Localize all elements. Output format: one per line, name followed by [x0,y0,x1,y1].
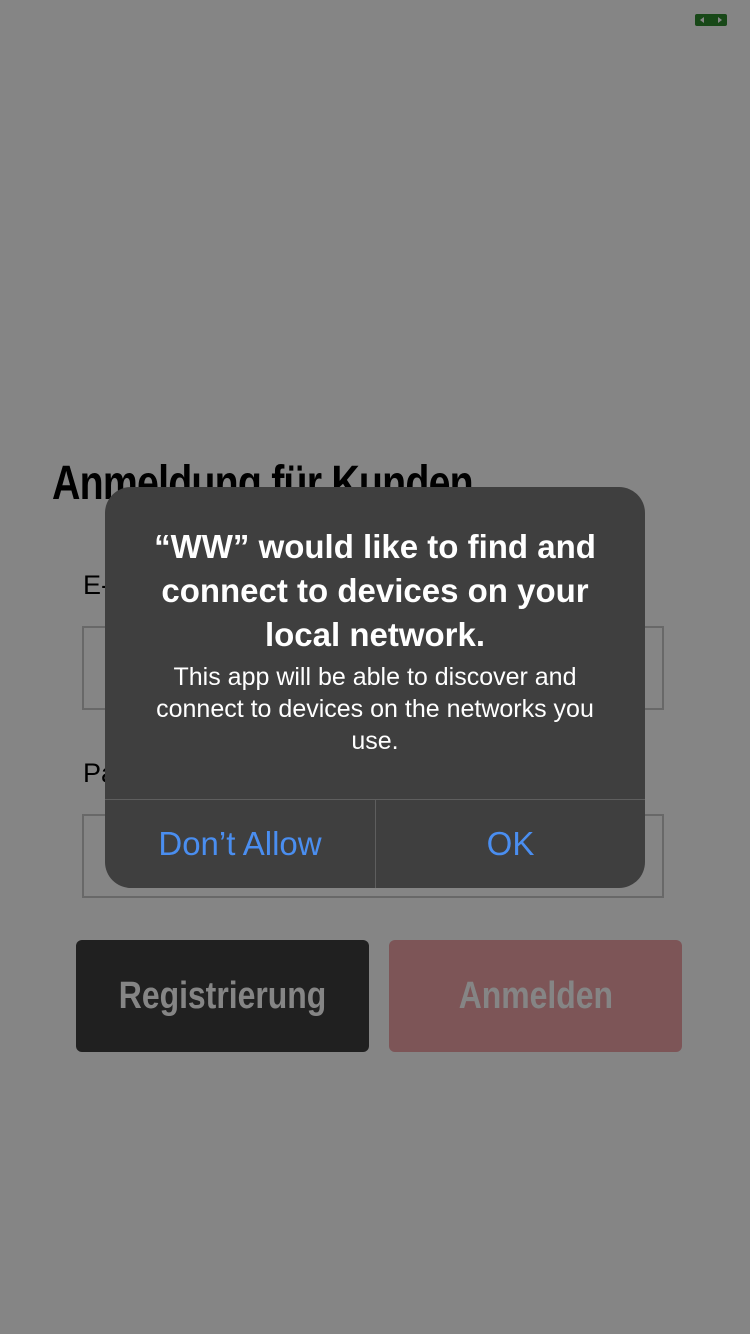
local-network-permission-alert: “WW” would like to find and connect to d… [105,487,645,888]
ok-button[interactable]: OK [376,800,645,888]
alert-message: This app will be able to discover and co… [156,663,594,755]
dont-allow-button[interactable]: Don’t Allow [105,800,375,888]
alert-title: “WW” would like to find and connect to d… [154,528,596,653]
